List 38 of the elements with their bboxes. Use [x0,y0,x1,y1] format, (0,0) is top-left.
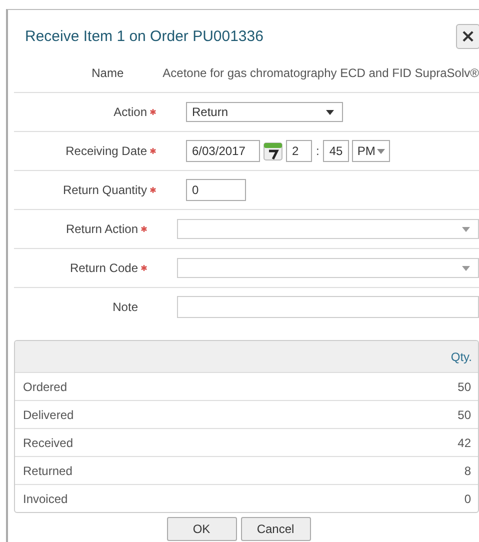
field-label: Name [92,66,124,80]
qty-cell: 50 [458,380,471,394]
column-header: Qty. [450,350,472,364]
close-button[interactable]: × [456,24,479,49]
field-label: Return Quantity [62,183,147,197]
input-field[interactable]: 0 [186,179,246,201]
qty-cell: 42 [458,436,471,450]
calendar-icon[interactable] [263,141,283,161]
hour-field[interactable]: 2 [286,140,312,162]
input-field[interactable] [177,296,479,318]
caret-icon [462,266,470,270]
field-label: Note [112,300,138,314]
cancel-button[interactable]: Cancel [240,517,310,541]
caret-icon [377,148,386,154]
minute-field[interactable]: 45 [323,140,350,162]
field-label: Return Code [70,261,138,275]
row-label: Returned [23,464,72,478]
field-label: Action [114,105,147,119]
qty-cell: 50 [458,408,471,422]
qty-cell: 8 [464,464,471,478]
date-field[interactable]: 6/03/2017 [186,140,260,162]
qty-cell: 0 [464,492,471,506]
row-label: Received [23,436,74,450]
ampm-select[interactable]: PM [352,140,390,162]
ok-button[interactable]: OK [166,517,236,541]
caret-icon [462,226,470,232]
time-separator: : [315,144,320,158]
dialog-title: Receive Item 1 on Order PU001336 [25,28,264,45]
row-label: Invoiced [23,492,68,506]
row-label: Delivered [23,408,74,422]
caret-icon [326,110,334,114]
select-field[interactable] [177,258,479,278]
field-label: Return Action [66,222,138,236]
select-field[interactable]: Return [186,102,343,122]
field-label: Receiving Date [66,144,147,158]
select-field[interactable] [177,219,479,239]
row-label: Ordered [23,380,68,394]
item-name: Acetone for gas chromatography ECD and FID SupraSolv® [162,66,479,80]
